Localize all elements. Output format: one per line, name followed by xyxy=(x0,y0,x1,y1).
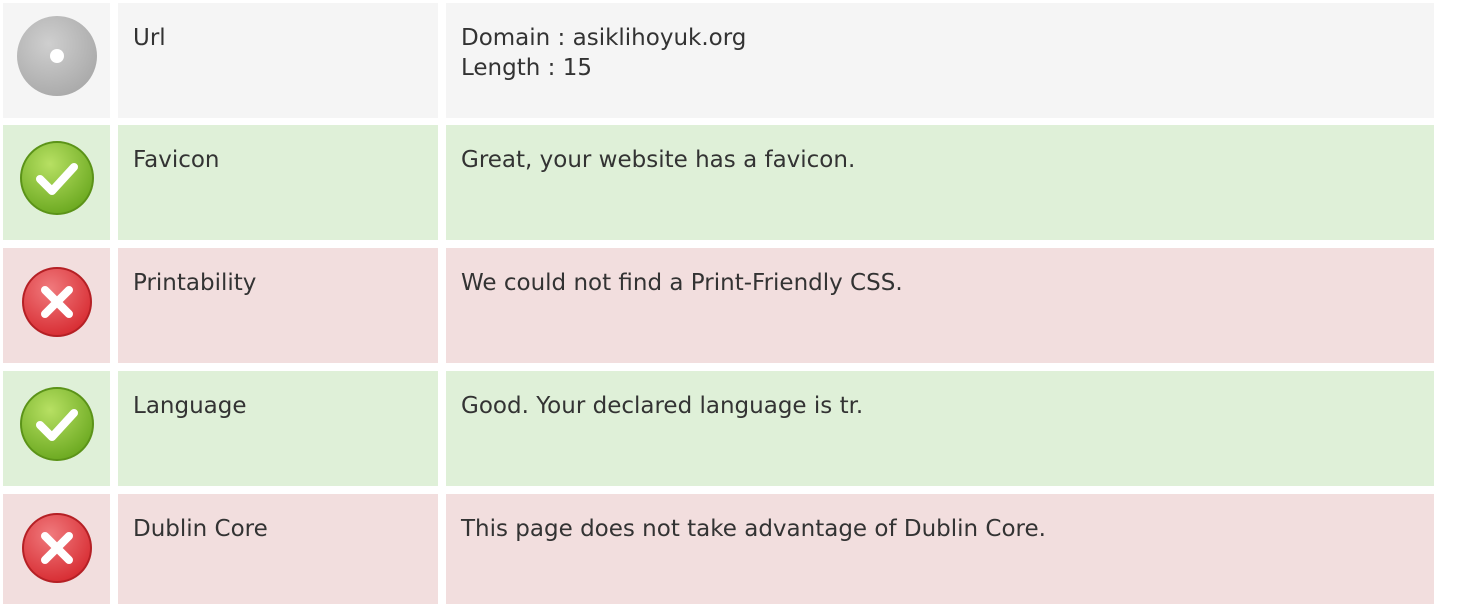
favicon-result-text: Great, your website has a favicon. xyxy=(461,147,856,173)
check-icon xyxy=(18,385,96,463)
row-value: Good. Your declared language is tr. xyxy=(446,371,1434,486)
cross-icon xyxy=(21,266,93,338)
domain-text: Domain : asiklihoyuk.org xyxy=(461,25,747,51)
status-cell xyxy=(3,248,110,363)
row-label: Printability xyxy=(118,248,438,363)
table-row-language: Language Good. Your declared language is… xyxy=(3,371,1434,486)
table-row-printability: Printability We could not find a Print-F… xyxy=(3,248,1434,363)
seo-results-table: Url Domain : asiklihoyuk.org Length : 15 xyxy=(0,0,1459,604)
status-cell xyxy=(3,125,110,240)
table-row-favicon: Favicon Great, your website has a favico… xyxy=(3,125,1434,240)
table-row-url: Url Domain : asiklihoyuk.org Length : 15 xyxy=(3,3,1434,118)
status-cell xyxy=(3,371,110,486)
dublin-core-result-text: This page does not take advantage of Dub… xyxy=(461,516,1046,542)
table-row-dublin-core: Dublin Core This page does not take adva… xyxy=(3,494,1434,604)
status-cell xyxy=(3,494,110,604)
row-value: Great, your website has a favicon. xyxy=(446,125,1434,240)
printability-result-text: We could not find a Print-Friendly CSS. xyxy=(461,270,903,296)
cross-icon xyxy=(21,512,93,584)
status-cell xyxy=(3,3,110,118)
row-label: Url xyxy=(118,3,438,118)
language-result-text: Good. Your declared language is tr. xyxy=(461,393,864,419)
neutral-info-icon xyxy=(16,15,98,97)
row-label: Dublin Core xyxy=(118,494,438,604)
check-icon xyxy=(18,139,96,217)
length-text: Length : 15 xyxy=(461,55,592,81)
row-value: Domain : asiklihoyuk.org Length : 15 xyxy=(446,3,1434,118)
row-label: Favicon xyxy=(118,125,438,240)
row-label: Language xyxy=(118,371,438,486)
row-value: This page does not take advantage of Dub… xyxy=(446,494,1434,604)
row-value: We could not find a Print-Friendly CSS. xyxy=(446,248,1434,363)
